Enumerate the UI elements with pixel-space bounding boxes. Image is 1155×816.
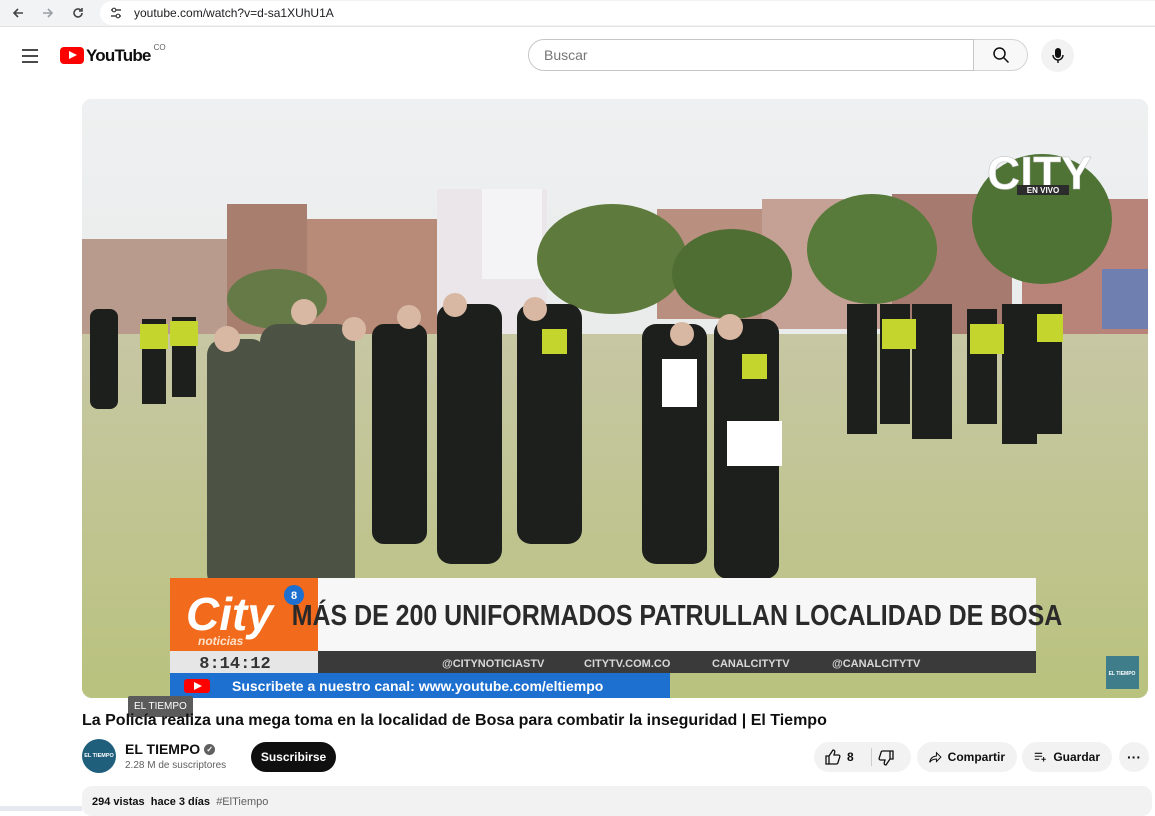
youtube-logo[interactable]: YouTube CO — [60, 43, 166, 65]
save-button[interactable]: Guardar — [1022, 742, 1112, 772]
page-edge — [0, 806, 82, 811]
like-button[interactable]: 8 — [824, 742, 854, 772]
more-actions-icon[interactable]: ··· — [1119, 742, 1149, 772]
country-code: CO — [153, 43, 166, 52]
subscribe-banner: Suscribete a nuestro canal: www.youtube.… — [232, 678, 603, 694]
channel-avatar[interactable]: EL TIEMPO — [82, 739, 116, 773]
logo-text: YouTube — [86, 46, 151, 65]
hashtag-link[interactable]: #ElTiempo — [216, 796, 268, 808]
city-brand-text: City — [186, 588, 275, 640]
view-count: 294 vistas — [92, 796, 145, 808]
microphone-icon — [1051, 47, 1064, 63]
corner-badge: EL TIEMPO — [1109, 671, 1136, 677]
video-frame: CITY EN VIVO City noticias 8 MÁS DE 200 … — [82, 99, 1148, 698]
youtube-play-icon — [60, 47, 84, 64]
forward-arrow-icon[interactable] — [37, 2, 59, 24]
thumbs-up-icon — [825, 748, 841, 765]
owner-row: EL TIEMPO EL TIEMPO ✓ 2.28 M de suscript… — [82, 739, 1152, 775]
reload-icon[interactable] — [67, 2, 89, 24]
subscriber-count: 2.28 M de suscriptores — [125, 760, 227, 771]
browser-toolbar: youtube.com/watch?v=d-sa1XUhU1A — [0, 0, 1155, 27]
video-title: La Policía realiza una mega toma en la l… — [82, 712, 827, 729]
description-box[interactable]: 294 vistas hace 3 días #ElTiempo — [82, 786, 1152, 816]
view-meta: 294 vistas hace 3 días #ElTiempo — [92, 796, 268, 808]
verified-check-icon: ✓ — [204, 743, 216, 755]
live-label: EN VIVO — [1027, 186, 1059, 195]
playlist-add-icon — [1034, 752, 1046, 762]
video-player[interactable]: CITY EN VIVO City noticias 8 MÁS DE 200 … — [82, 99, 1148, 698]
channel-name-link[interactable]: EL TIEMPO ✓ — [125, 741, 216, 757]
dislike-button[interactable] — [878, 742, 895, 772]
voice-search-button[interactable] — [1041, 39, 1074, 72]
broadcast-clock: 8:14:12 — [199, 655, 270, 674]
social-handle: @CANALCITYTV — [832, 658, 921, 670]
channel-name: EL TIEMPO — [125, 741, 201, 757]
upload-age: hace 3 días — [150, 796, 211, 808]
social-handle: CANALCITYTV — [712, 658, 790, 670]
like-dislike-group: 8 — [814, 742, 911, 772]
social-handle: @CITYNOTICIASTV — [442, 658, 545, 670]
back-arrow-icon[interactable] — [7, 2, 29, 24]
search-icon — [992, 47, 1009, 64]
hamburger-menu-icon[interactable] — [18, 45, 42, 67]
youtube-header: YouTube CO — [0, 27, 1155, 85]
thumbs-down-icon — [878, 749, 894, 766]
share-label: Compartir — [947, 750, 1005, 764]
address-bar[interactable]: youtube.com/watch?v=d-sa1XUhU1A — [100, 1, 1155, 25]
url-text: youtube.com/watch?v=d-sa1XUhU1A — [134, 6, 334, 20]
search-box — [528, 39, 974, 71]
site-settings-icon[interactable] — [108, 5, 124, 21]
news-headline: MÁS DE 200 UNIFORMADOS PATRULLAN LOCALID… — [292, 598, 1062, 631]
social-handle: CITYTV.COM.CO — [584, 658, 671, 670]
subscribe-button[interactable]: Suscribirse — [251, 742, 336, 772]
share-button[interactable]: Compartir — [917, 742, 1017, 772]
search-input[interactable] — [542, 46, 946, 64]
like-count: 8 — [847, 750, 854, 764]
city-brand-sub: noticias — [198, 634, 244, 648]
save-label: Guardar — [1053, 750, 1100, 764]
search-button[interactable] — [974, 39, 1028, 71]
share-icon — [929, 750, 942, 763]
like-separator — [871, 748, 872, 766]
